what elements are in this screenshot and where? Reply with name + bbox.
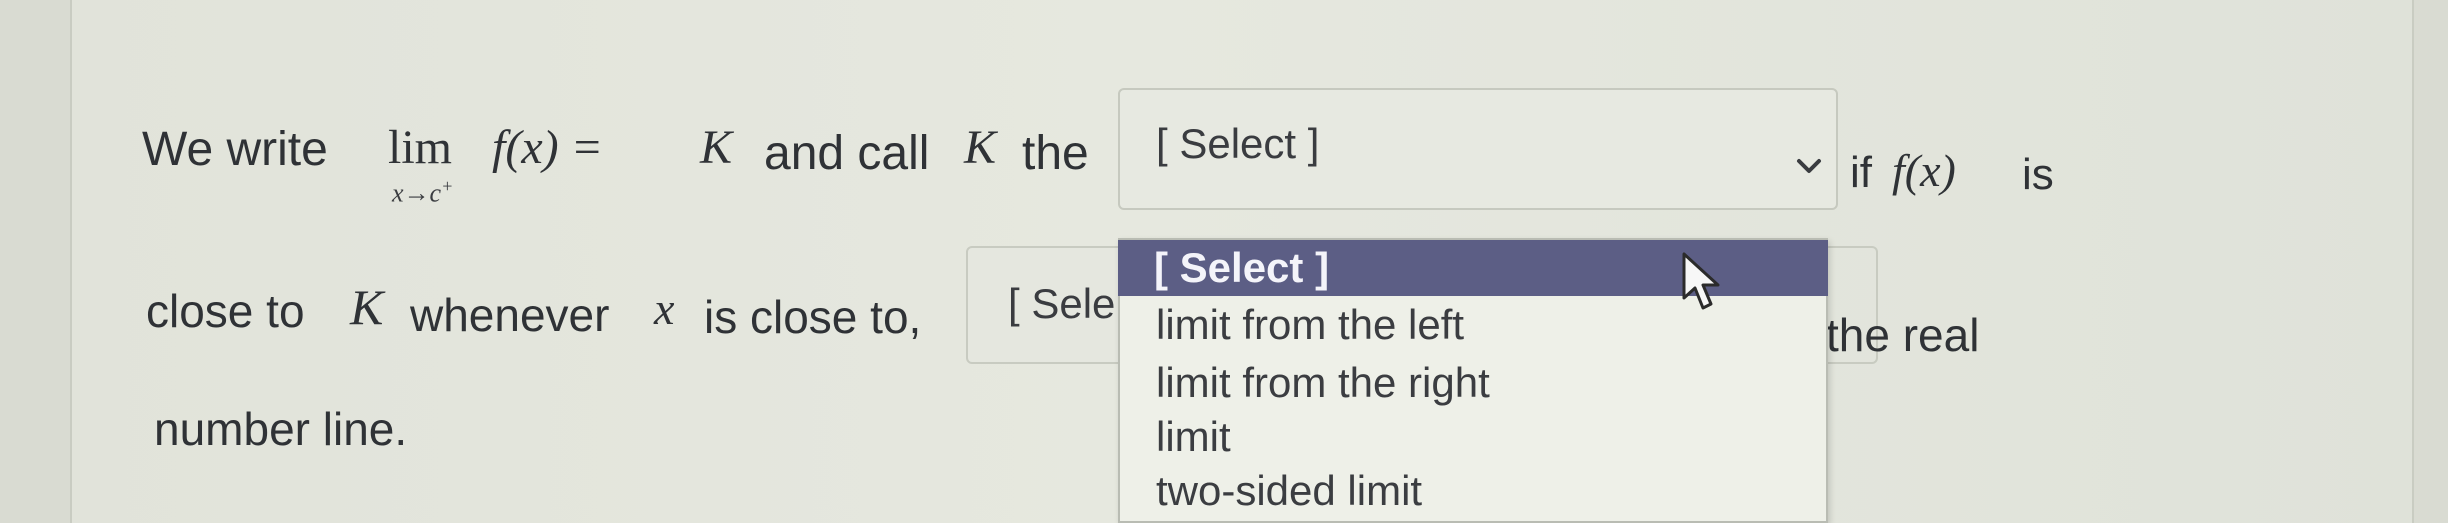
- text-is: is: [2022, 150, 2054, 199]
- text-the: the: [1022, 127, 1089, 180]
- lim-operator: lim: [388, 121, 453, 174]
- math-fx: f(x): [1892, 145, 1956, 196]
- text-if: if: [1850, 148, 1872, 197]
- mouse-pointer-icon: [1682, 252, 1720, 310]
- answer-select-2-value: [ Sele: [1008, 280, 1116, 327]
- math-x: x: [654, 283, 675, 334]
- answer-select-2[interactable]: [ Sele: [966, 246, 1126, 364]
- dropdown-option-two-sided[interactable]: two-sided limit: [1120, 462, 1826, 520]
- fx-equals: f(x) =: [492, 121, 603, 174]
- text-and-call: and call: [764, 127, 930, 180]
- text-we-write: We write: [142, 123, 328, 176]
- math-K-1: K: [700, 121, 733, 174]
- text-number-line: number line.: [154, 403, 408, 455]
- lim-subscript: x→c+: [392, 176, 454, 208]
- answer-select-1-value: [ Select ]: [1156, 120, 1320, 167]
- dropdown-option-limit-right[interactable]: limit from the right: [1120, 354, 1826, 412]
- math-K-2: K: [964, 121, 997, 174]
- lim-subscript-plus: +: [441, 176, 454, 196]
- text-whenever: whenever: [410, 289, 610, 341]
- chevron-down-icon: [1797, 159, 1821, 173]
- text-close-to: close to: [146, 285, 305, 337]
- text-the-real: the real: [1826, 309, 1980, 361]
- math-K-3: K: [350, 279, 384, 335]
- answer-select-1[interactable]: [ Select ]: [1118, 88, 1838, 210]
- dropdown-option-limit[interactable]: limit: [1120, 408, 1826, 466]
- text-is-close-to: is close to,: [704, 291, 922, 343]
